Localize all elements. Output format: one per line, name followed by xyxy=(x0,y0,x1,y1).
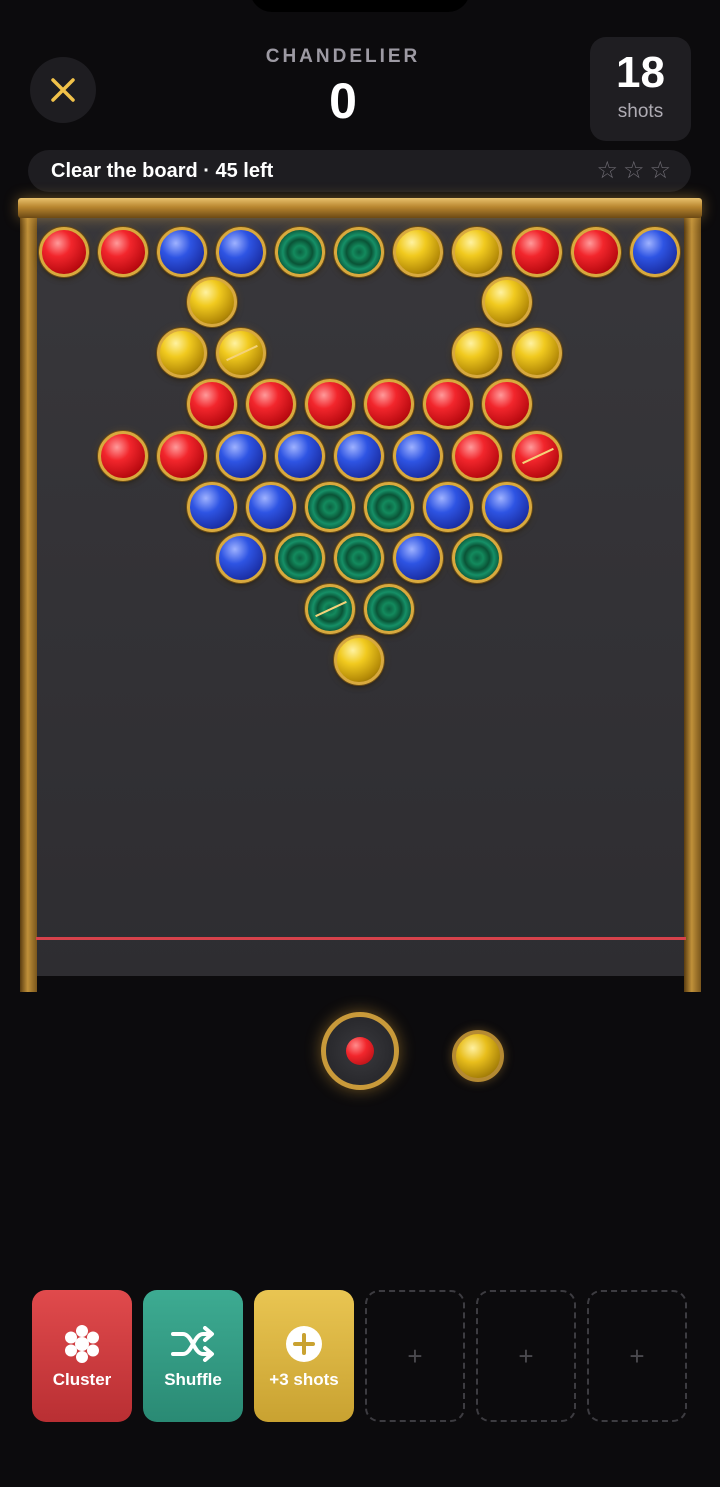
blue-bubble xyxy=(187,482,237,532)
green-bubble xyxy=(364,584,414,634)
yellow-bubble xyxy=(512,328,562,378)
blue-bubble xyxy=(216,227,266,277)
red-bubble xyxy=(452,431,502,481)
yellow-bubble xyxy=(482,277,532,327)
blue-bubble xyxy=(482,482,532,532)
red-bubble xyxy=(98,227,148,277)
red-bubble xyxy=(305,379,355,429)
crack-mark xyxy=(226,344,258,362)
yellow-bubble xyxy=(393,227,443,277)
red-bubble xyxy=(98,431,148,481)
yellow-bubble xyxy=(452,328,502,378)
yellow-bubble xyxy=(216,328,266,378)
powerup-label: Cluster xyxy=(52,1370,112,1389)
blue-bubble xyxy=(393,533,443,583)
crack-mark xyxy=(522,447,554,465)
frame-top-rail xyxy=(18,198,702,218)
shuffle-icon xyxy=(170,1322,216,1366)
powerup-tray: Cluster Shuffle +3 shots + + + xyxy=(32,1290,687,1422)
red-bubble xyxy=(423,379,473,429)
shots-label: shots xyxy=(617,101,664,122)
empty-powerup-slot[interactable]: + xyxy=(476,1290,576,1422)
red-bubble xyxy=(246,379,296,429)
blue-bubble xyxy=(216,533,266,583)
blue-bubble xyxy=(334,431,384,481)
green-bubble xyxy=(334,533,384,583)
blue-bubble xyxy=(216,431,266,481)
blue-bubble xyxy=(246,482,296,532)
green-bubble xyxy=(275,533,325,583)
red-bubble xyxy=(364,379,414,429)
frame-post-left xyxy=(20,200,37,992)
game-board[interactable] xyxy=(36,218,686,976)
star-icon: ☆ xyxy=(622,157,645,184)
blue-bubble xyxy=(630,227,680,277)
yellow-bubble xyxy=(187,277,237,327)
level-name: CHANDELIER xyxy=(265,46,421,67)
blue-bubble xyxy=(423,482,473,532)
score: 0 xyxy=(329,73,357,129)
frame-post-right xyxy=(684,200,701,992)
yellow-bubble xyxy=(334,635,384,685)
star-rating: ☆ ☆ ☆ xyxy=(596,158,671,184)
empty-powerup-slot[interactable]: + xyxy=(587,1290,687,1422)
shuffle-powerup-button[interactable]: Shuffle xyxy=(143,1290,243,1422)
blue-bubble xyxy=(275,431,325,481)
red-bubble xyxy=(482,379,532,429)
star-icon: ☆ xyxy=(596,157,618,184)
device-notch xyxy=(250,0,470,12)
danger-line xyxy=(36,937,686,940)
shots-remaining: 18 xyxy=(616,48,665,97)
blue-bubble xyxy=(157,227,207,277)
green-bubble xyxy=(452,533,502,583)
add-slot-icon: + xyxy=(629,1340,645,1371)
red-bubble xyxy=(512,227,562,277)
powerup-label: Shuffle xyxy=(164,1370,222,1389)
yellow-bubble xyxy=(157,328,207,378)
crack-mark xyxy=(315,600,347,618)
yellow-bubble xyxy=(452,227,502,277)
add-slot-icon: + xyxy=(407,1340,423,1371)
empty-powerup-slot[interactable]: + xyxy=(365,1290,465,1422)
star-icon: ☆ xyxy=(649,157,671,184)
cluster-powerup-button[interactable]: Cluster xyxy=(32,1290,132,1422)
plus-circle-icon xyxy=(285,1322,323,1366)
green-bubble xyxy=(305,584,355,634)
current-bubble xyxy=(346,1037,374,1065)
blue-bubble xyxy=(393,431,443,481)
red-bubble xyxy=(512,431,562,481)
cluster-icon xyxy=(61,1322,103,1366)
goal-bar: Clear the board · 45 left ☆ ☆ ☆ xyxy=(28,150,691,192)
red-bubble xyxy=(39,227,89,277)
shots-counter: 18 shots xyxy=(590,37,691,141)
shooter[interactable] xyxy=(321,1012,399,1090)
add-slot-icon: + xyxy=(518,1340,534,1371)
green-bubble xyxy=(334,227,384,277)
green-bubble xyxy=(305,482,355,532)
red-bubble xyxy=(187,379,237,429)
green-bubble xyxy=(364,482,414,532)
red-bubble xyxy=(157,431,207,481)
next-bubble[interactable] xyxy=(452,1030,504,1082)
green-bubble xyxy=(275,227,325,277)
powerup-label: +3 shots xyxy=(269,1370,339,1389)
plus-shots-powerup-button[interactable]: +3 shots xyxy=(254,1290,354,1422)
red-bubble xyxy=(571,227,621,277)
goal-text: Clear the board · 45 left xyxy=(51,160,274,182)
